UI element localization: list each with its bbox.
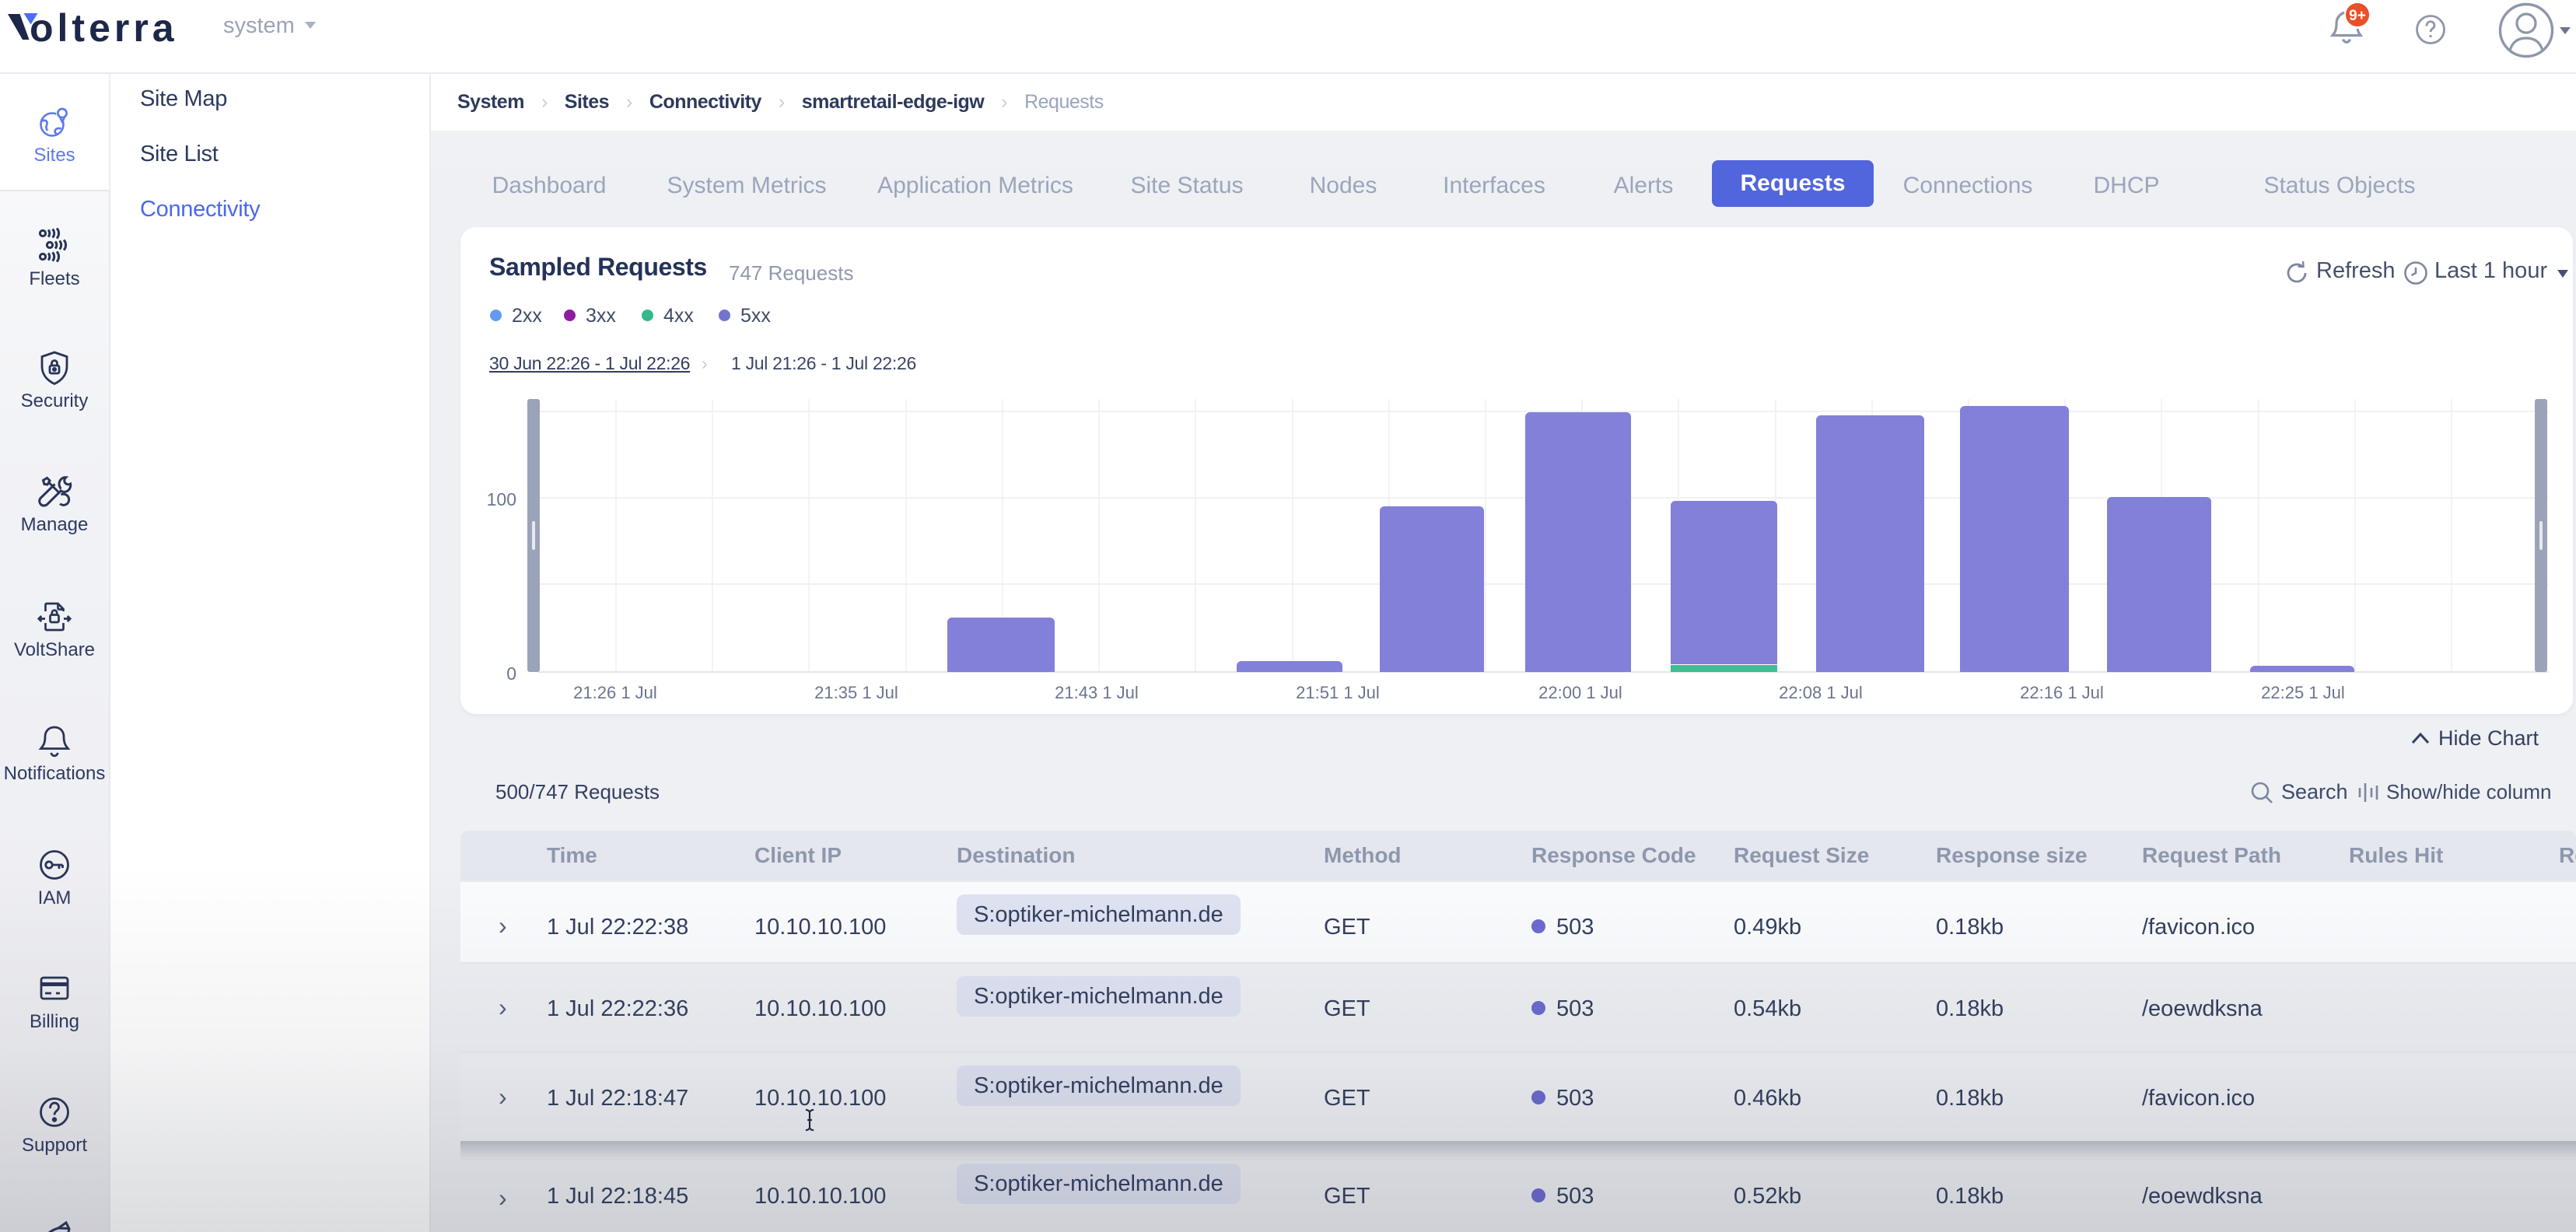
- svg-text:9+: 9+: [2349, 8, 2366, 24]
